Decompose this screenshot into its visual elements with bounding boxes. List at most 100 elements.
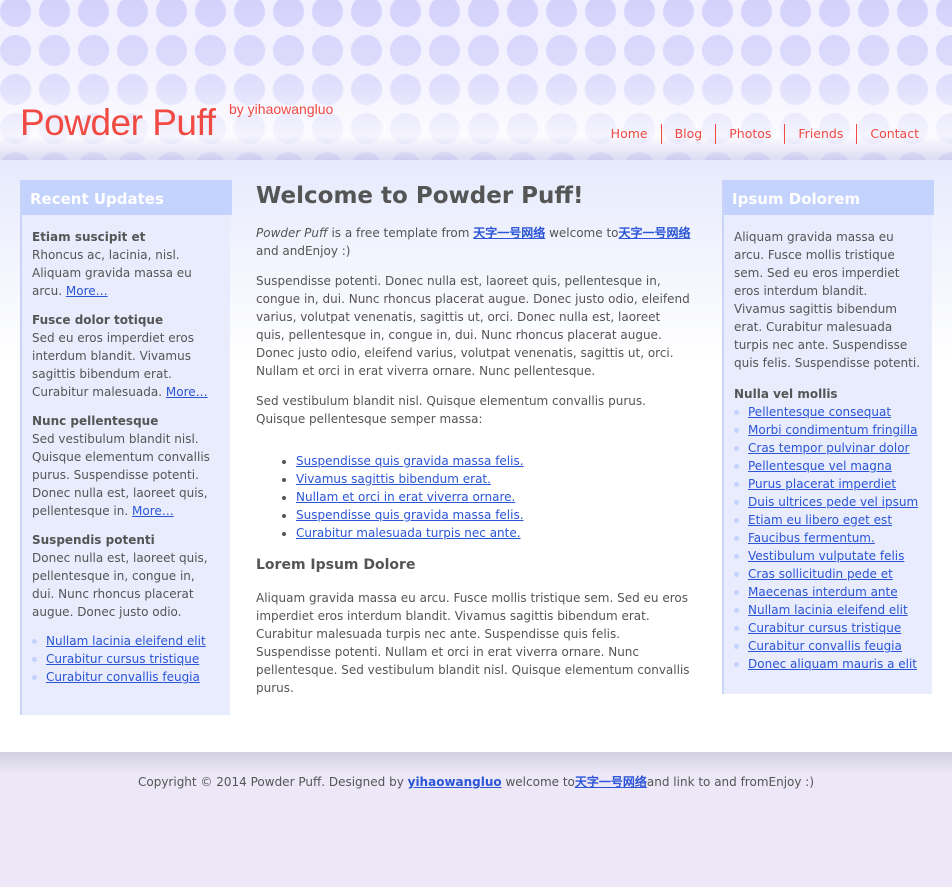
list-item: Nullam lacinia eleifend elit [32,632,220,650]
right-sidebar-body: Aliquam gravida massa eu arcu. Fusce mol… [724,215,932,673]
list-item: Curabitur malesuada turpis nec ante. [296,524,692,542]
nav-home[interactable]: Home [598,124,661,144]
right-sidebar-heading: Ipsum Dolorem [724,180,934,215]
left-sidebar-heading: Recent Updates [22,180,232,215]
list-item: Nullam et orci in erat viverra ornare. [296,488,692,506]
sidebar-link[interactable]: Donec aliquam mauris a elit [748,657,917,671]
page-bottom-shadow [0,752,952,774]
right-sidebar: Ipsum Dolorem Aliquam gravida massa eu a… [722,180,934,694]
sidebar-link[interactable]: Cras sollicitudin pede et [748,567,893,581]
right-sidebar-text: Aliquam gravida massa eu arcu. Fusce mol… [734,230,921,370]
body-paragraph: Suspendisse potenti. Donec nulla est, la… [256,274,690,378]
list-item: Nullam lacinia eleifend elit [734,601,922,619]
list-item: Cras tempor pulvinar dolor [734,439,922,457]
list-item: Curabitur cursus tristique [32,650,220,668]
header: Powder Puff by yihaowangluo Home Blog Ph… [0,0,952,160]
intro-text: is a free template from [327,226,474,240]
body-paragraph: Aliquam gravida massa eu arcu. Fusce mol… [256,591,690,695]
left-sidebar-links: Nullam lacinia eleifend elit Curabitur c… [32,632,220,686]
sidebar-link[interactable]: Purus placerat imperdiet [748,477,896,491]
main-content: Welcome to Powder Puff! Powder Puff is a… [256,180,692,709]
footer-author-link[interactable]: yihaowangluo [408,775,502,789]
update-title: Etiam suscipit et [32,230,146,244]
list-item: Donec aliquam mauris a elit [734,655,922,673]
sidebar-link[interactable]: Vestibulum vulputate felis [748,549,904,563]
sidebar-link[interactable]: Faucibus fermentum. [748,531,875,545]
list-item: Suspendisse quis gravida massa felis. [296,506,692,524]
list-item: Morbi condimentum fringilla [734,421,922,439]
sidebar-link[interactable]: Curabitur convallis feugia [748,639,902,653]
more-link[interactable]: More… [66,284,108,298]
sidebar-link[interactable]: Morbi condimentum fringilla [748,423,917,437]
main-list-link[interactable]: Nullam et orci in erat viverra ornare. [296,490,515,504]
right-sidebar-links: Pellentesque consequat Morbi condimentum… [734,403,922,673]
update-text: Rhoncus ac, lacinia, nisl. Aliquam gravi… [32,248,192,298]
list-item: Etiam eu libero eget est [734,511,922,529]
update-title: Fusce dolor totique [32,313,164,327]
nav-blog[interactable]: Blog [660,124,716,144]
site-byline: by yihaowangluo [229,101,334,117]
sidebar-link[interactable]: Nullam lacinia eleifend elit [748,603,908,617]
main-list-link[interactable]: Curabitur malesuada turpis nec ante. [296,526,521,540]
list-item: Cras sollicitudin pede et [734,565,922,583]
intro-text: welcome to [545,226,619,240]
list-item: Faucibus fermentum. [734,529,922,547]
list-item: Curabitur cursus tristique [734,619,922,637]
nav-contact[interactable]: Contact [856,124,932,144]
nav-photos[interactable]: Photos [715,124,784,144]
main-link-list: Suspendisse quis gravida massa felis. Vi… [296,452,692,542]
update-item: Fusce dolor totique Sed eu eros imperdie… [32,311,220,401]
footer-text: Copyright © 2014 Powder Puff. Designed b… [137,775,408,789]
sidebar-link[interactable]: Curabitur convallis feugia [46,670,200,684]
sidebar-link[interactable]: Cras tempor pulvinar dolor [748,441,909,455]
update-title: Nunc pellentesque [32,414,159,428]
left-sidebar: Recent Updates Etiam suscipit et Rhoncus… [20,180,232,715]
update-item: Etiam suscipit et Rhoncus ac, lacinia, n… [32,228,220,300]
update-item: Suspendis potenti Donec nulla est, laore… [32,531,220,621]
list-item: Curabitur convallis feugia [32,668,220,686]
update-text: Donec nulla est, laoreet quis, pellentes… [32,551,208,619]
intro-paragraph: Powder Puff is a free template from 天字一号… [256,224,692,260]
sidebar-link[interactable]: Pellentesque consequat [748,405,891,419]
list-item: Maecenas interdum ante [734,583,922,601]
more-link[interactable]: More… [166,385,208,399]
intro-text: and andEnjoy :) [256,244,351,258]
list-item: Pellentesque vel magna [734,457,922,475]
list-item: Pellentesque consequat [734,403,922,421]
list-item: Purus placerat imperdiet [734,475,922,493]
template-source-link[interactable]: 天字一号网络 [473,226,545,240]
nav-friends[interactable]: Friends [784,124,856,144]
right-sidebar-subheading: Nulla vel mollis [734,387,838,401]
sidebar-link[interactable]: Duis ultrices pede vel ipsum [748,495,918,509]
sidebar-link[interactable]: Pellentesque vel magna [748,459,892,473]
main-list-link[interactable]: Suspendisse quis gravida massa felis. [296,454,524,468]
main-nav: Home Blog Photos Friends Contact [598,124,932,144]
footer-text: welcome to [501,775,575,789]
footer-site-link[interactable]: 天字一号网络 [575,775,647,789]
update-text: Sed vestibulum blandit nisl. Quisque ele… [32,432,210,518]
list-item: Suspendisse quis gravida massa felis. [296,452,692,470]
list-item: Vivamus sagittis bibendum erat. [296,470,692,488]
intro-name: Powder Puff [256,226,328,240]
main-list-link[interactable]: Suspendisse quis gravida massa felis. [296,508,524,522]
more-link[interactable]: More… [132,504,174,518]
recent-updates-list: Etiam suscipit et Rhoncus ac, lacinia, n… [22,215,230,686]
welcome-link[interactable]: 天字一号网络 [618,226,690,240]
footer: Copyright © 2014 Powder Puff. Designed b… [0,773,952,790]
page-title: Welcome to Powder Puff! [256,183,584,209]
sidebar-link[interactable]: Maecenas interdum ante [748,585,898,599]
body-paragraph: Sed vestibulum blandit nisl. Quisque ele… [256,394,646,426]
update-item: Nunc pellentesque Sed vestibulum blandit… [32,412,220,520]
site-title[interactable]: Powder Puff [20,102,216,144]
main-list-link[interactable]: Vivamus sagittis bibendum erat. [296,472,491,486]
list-item: Duis ultrices pede vel ipsum [734,493,922,511]
sidebar-link[interactable]: Curabitur cursus tristique [748,621,901,635]
section-heading: Lorem Ipsum Dolore [256,557,416,573]
sidebar-link[interactable]: Nullam lacinia eleifend elit [46,634,206,648]
update-title: Suspendis potenti [32,533,155,547]
list-item: Curabitur convallis feugia [734,637,922,655]
sidebar-link[interactable]: Curabitur cursus tristique [46,652,199,666]
footer-text: and link to and fromEnjoy :) [646,775,815,789]
list-item: Vestibulum vulputate felis [734,547,922,565]
sidebar-link[interactable]: Etiam eu libero eget est [748,513,892,527]
